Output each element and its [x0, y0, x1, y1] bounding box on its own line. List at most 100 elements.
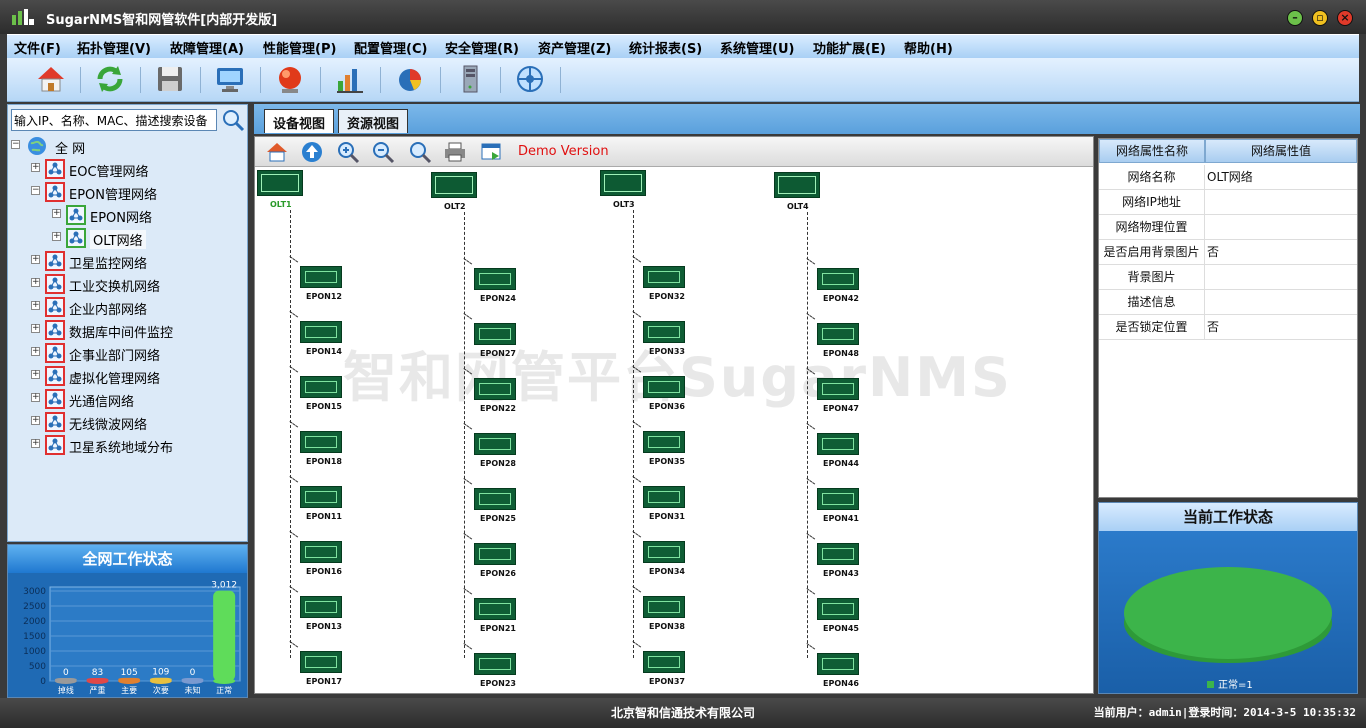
epon-device-icon[interactable]: [643, 651, 685, 673]
prop-name: 网络名称: [1099, 165, 1205, 190]
menu-config[interactable]: 配置管理(C): [354, 38, 427, 57]
epon-device-icon[interactable]: [817, 653, 859, 675]
expand-icon[interactable]: +: [31, 301, 40, 310]
olt-device-icon[interactable]: [774, 172, 820, 198]
epon-device-icon[interactable]: [817, 268, 859, 290]
collapse-icon[interactable]: −: [11, 140, 20, 149]
collapse-icon[interactable]: −: [31, 186, 40, 195]
epon-device-icon[interactable]: [474, 598, 516, 620]
epon-device-icon[interactable]: [474, 433, 516, 455]
menu-performance[interactable]: 性能管理(P): [263, 38, 336, 57]
zoom-out-icon[interactable]: [371, 140, 395, 164]
expand-icon[interactable]: +: [31, 370, 40, 379]
monitor-icon[interactable]: [214, 63, 246, 95]
epon-device-icon[interactable]: [300, 596, 342, 618]
olt-device-icon[interactable]: [257, 170, 303, 196]
expand-icon[interactable]: +: [52, 232, 61, 241]
device-search-input[interactable]: [11, 109, 217, 131]
epon-device-icon[interactable]: [643, 541, 685, 563]
expand-icon[interactable]: +: [31, 416, 40, 425]
alarm-icon[interactable]: [274, 63, 306, 95]
olt-device-icon[interactable]: [600, 170, 646, 196]
prop-value[interactable]: [1205, 290, 1357, 315]
tab-resource-view[interactable]: 资源视图: [338, 109, 409, 133]
toolbar-separator: [200, 67, 201, 93]
home-icon[interactable]: [35, 63, 67, 95]
epon-device-icon[interactable]: [817, 433, 859, 455]
server-icon[interactable]: [454, 63, 486, 95]
epon-label: EPON42: [823, 294, 859, 303]
minimize-button[interactable]: –: [1287, 10, 1303, 26]
bar-chart-icon[interactable]: [334, 63, 366, 95]
epon-device-icon[interactable]: [817, 488, 859, 510]
epon-device-icon[interactable]: [300, 321, 342, 343]
network-group-icon: [66, 205, 86, 225]
prop-value[interactable]: [1205, 215, 1357, 240]
menu-topology[interactable]: 拓扑管理(V): [77, 38, 151, 57]
epon-device-icon[interactable]: [300, 486, 342, 508]
status-bar-chart: 0 500 1000 1500 2000 2500 3000 0 掉线 83 严重 105 主要 109 次…: [23, 581, 241, 695]
epon-device-icon[interactable]: [300, 431, 342, 453]
pie-chart-icon[interactable]: [394, 63, 426, 95]
prop-value[interactable]: OLT网络: [1205, 165, 1357, 190]
epon-device-icon[interactable]: [474, 378, 516, 400]
restore-button[interactable]: ▫: [1312, 10, 1328, 26]
save-icon[interactable]: [154, 63, 186, 95]
zoom-in-icon[interactable]: [336, 140, 360, 164]
epon-device-icon[interactable]: [817, 543, 859, 565]
menu-security[interactable]: 安全管理(R): [445, 38, 519, 57]
olt-device-icon[interactable]: [431, 172, 477, 198]
prop-value[interactable]: 否: [1205, 240, 1357, 265]
menu-fault[interactable]: 故障管理(A): [170, 38, 244, 57]
menu-system[interactable]: 系统管理(U): [720, 38, 794, 57]
epon-device-icon[interactable]: [474, 653, 516, 675]
current-status-panel: 当前工作状态 正常=1: [1098, 502, 1358, 694]
epon-device-icon[interactable]: [643, 321, 685, 343]
epon-device-icon[interactable]: [474, 323, 516, 345]
epon-device-icon[interactable]: [300, 376, 342, 398]
epon-device-icon[interactable]: [300, 541, 342, 563]
prop-value[interactable]: [1205, 265, 1357, 290]
network-icon[interactable]: [514, 63, 546, 95]
expand-icon[interactable]: +: [31, 324, 40, 333]
expand-icon[interactable]: +: [31, 255, 40, 264]
epon-device-icon[interactable]: [474, 268, 516, 290]
tab-device-view[interactable]: 设备视图: [264, 109, 335, 133]
epon-device-icon[interactable]: [643, 376, 685, 398]
expand-icon[interactable]: +: [52, 209, 61, 218]
prop-value[interactable]: [1205, 190, 1357, 215]
epon-device-icon[interactable]: [643, 596, 685, 618]
epon-device-icon[interactable]: [643, 486, 685, 508]
chart-bar-base: [149, 678, 172, 684]
epon-device-icon[interactable]: [474, 543, 516, 565]
prop-value[interactable]: 否: [1205, 315, 1357, 340]
refresh-icon[interactable]: [94, 63, 126, 95]
up-icon[interactable]: [300, 140, 324, 164]
expand-icon[interactable]: +: [31, 163, 40, 172]
epon-device-icon[interactable]: [643, 431, 685, 453]
menu-report[interactable]: 统计报表(S): [629, 38, 702, 57]
expand-icon[interactable]: +: [31, 347, 40, 356]
home-icon[interactable]: [265, 140, 289, 164]
status-bar: 北京智和信通技术有限公司 当前用户：admin|登录时间：2014-3-5 10…: [0, 698, 1366, 728]
epon-device-icon[interactable]: [474, 488, 516, 510]
expand-icon[interactable]: +: [31, 278, 40, 287]
close-button[interactable]: ×: [1337, 10, 1353, 26]
epon-device-icon[interactable]: [817, 323, 859, 345]
epon-device-icon[interactable]: [643, 266, 685, 288]
menu-help[interactable]: 帮助(H): [904, 38, 953, 57]
menu-asset[interactable]: 资产管理(Z): [538, 38, 611, 57]
epon-device-icon[interactable]: [817, 598, 859, 620]
zoom-fit-icon[interactable]: [408, 140, 432, 164]
export-icon[interactable]: [479, 140, 503, 164]
search-icon[interactable]: [221, 108, 245, 132]
chart-category-label: 严重: [90, 685, 106, 695]
menu-file[interactable]: 文件(F): [14, 38, 61, 57]
print-icon[interactable]: [443, 140, 467, 164]
epon-device-icon[interactable]: [817, 378, 859, 400]
epon-device-icon[interactable]: [300, 651, 342, 673]
expand-icon[interactable]: +: [31, 439, 40, 448]
menu-extension[interactable]: 功能扩展(E): [813, 38, 886, 57]
expand-icon[interactable]: +: [31, 393, 40, 402]
epon-device-icon[interactable]: [300, 266, 342, 288]
